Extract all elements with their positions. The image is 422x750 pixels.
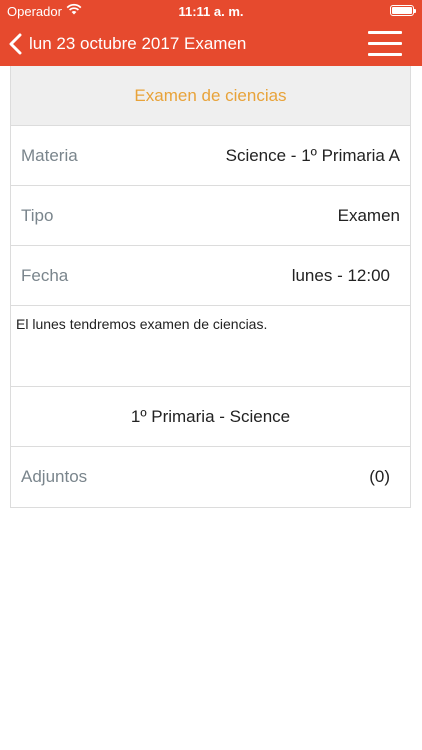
detail-row-tipo: Tipo Examen (11, 186, 410, 246)
event-detail-card: Examen de ciencias Materia Science - 1º … (10, 66, 411, 508)
hamburger-menu-icon[interactable] (368, 31, 402, 57)
status-time: 11:11 a. m. (178, 4, 244, 19)
fecha-label: Fecha (21, 265, 69, 285)
attachments-row[interactable]: Adjuntos (0) (11, 447, 410, 507)
materia-value: Science - 1º Primaria A (225, 145, 400, 165)
group-label: 1º Primaria - Science (130, 406, 291, 426)
materia-label: Materia (21, 145, 78, 165)
fecha-value: lunes - 12:00 (291, 265, 390, 285)
tipo-value: Examen (337, 205, 400, 225)
attachments-label: Adjuntos (21, 467, 88, 486)
status-bar: Operador 11:11 a. m. (0, 0, 422, 22)
event-description: El lunes tendremos examen de ciencias. (11, 306, 410, 387)
group-row: 1º Primaria - Science (11, 387, 410, 447)
page-title: Examen (184, 34, 247, 53)
top-bar: Operador 11:11 a. m. lun 23 octubre 2017… (0, 0, 422, 66)
tipo-label: Tipo (21, 205, 54, 225)
chevron-left-icon (9, 33, 22, 55)
back-button[interactable]: lun 23 octubre 2017 (8, 22, 179, 66)
attachments-count: (0) (369, 467, 390, 486)
detail-row-materia: Materia Science - 1º Primaria A (11, 126, 410, 186)
detail-row-fecha: Fecha lunes - 12:00 (11, 246, 410, 306)
battery-icon (390, 5, 416, 16)
navigation-bar: lun 23 octubre 2017 Examen (0, 22, 422, 66)
event-title: Examen de ciencias (11, 66, 410, 126)
back-button-label: lun 23 octubre 2017 (29, 34, 180, 53)
